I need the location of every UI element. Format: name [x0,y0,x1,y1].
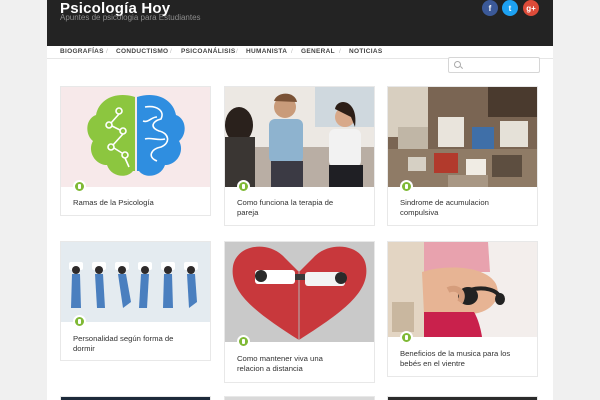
site-container: Psicología Hoy Apuntes de psicologia par… [47,0,553,400]
post-title[interactable]: Sindrome de acumulacion compulsiva [400,198,489,218]
post-image-couples-therapy[interactable] [225,87,374,187]
page-background-left [0,0,47,400]
post-format-icon [400,180,413,193]
post-card[interactable]: Beneficios de la musica para los bebés e… [387,241,538,377]
post-image-brain[interactable] [61,87,210,187]
post-format-icon [237,335,250,348]
nav-item-general[interactable]: GENERAL [301,48,335,55]
nav-item-conductismo[interactable]: CONDUCTISMO [116,48,168,55]
post-format-icon [400,331,413,344]
nav-item-humanista[interactable]: HUMANISTA [246,48,287,55]
post-format-icon [73,180,86,193]
brain-illustration [87,95,185,176]
nav-separator: / [339,48,341,55]
facebook-icon[interactable]: f [482,0,498,16]
post-card[interactable]: Ramas de la Psicología [60,86,211,216]
post-image-prenatal-music[interactable] [388,242,537,337]
search-input[interactable] [463,59,537,71]
nav-separator: / [291,48,293,55]
googleplus-icon[interactable]: g+ [523,0,539,16]
twitter-icon[interactable]: t [502,0,518,16]
site-header: Psicología Hoy Apuntes de psicologia par… [47,0,553,46]
post-title[interactable]: Personalidad según forma de dormir [73,334,173,354]
pregnancy-photo [388,242,537,337]
post-image-hoarding[interactable] [388,87,537,187]
nav-separator: / [236,48,238,55]
nav-item-psicoanalisis[interactable]: PSICOANÁLISIS [181,48,235,55]
site-tagline: Apuntes de psicologia para Estudiantes [60,13,201,22]
post-format-icon [237,180,250,193]
page-background-right [553,0,600,400]
nav-separator: / [170,48,172,55]
search-icon [454,61,461,68]
sleep-positions-illustration [61,242,210,322]
post-format-icon [73,315,86,328]
post-title[interactable]: Como funciona la terapia de pareja [237,198,333,218]
post-card[interactable]: Como mantener viva una relacion a distan… [224,241,375,383]
heart-illustration [225,242,374,342]
nav-item-noticias[interactable]: NOTICIAS [349,48,382,55]
nav-item-biografias[interactable]: BIOGRAFÍAS [60,48,104,55]
therapy-photo [225,87,374,187]
post-card[interactable]: Personalidad según forma de dormir [60,241,211,361]
post-card[interactable] [387,396,538,400]
hoarding-photo [388,87,537,187]
post-title[interactable]: Como mantener viva una relacion a distan… [237,354,323,374]
search-box[interactable] [448,57,540,73]
post-card[interactable] [224,396,375,400]
nav-separator: / [106,48,108,55]
post-card[interactable]: Como funciona la terapia de pareja [224,86,375,226]
post-card[interactable] [60,396,211,400]
post-image-sleep-positions[interactable] [61,242,210,322]
post-image-long-distance[interactable] [225,242,374,342]
post-card[interactable]: Sindrome de acumulacion compulsiva [387,86,538,226]
post-title[interactable]: Ramas de la Psicología [73,198,154,208]
post-title[interactable]: Beneficios de la musica para los bebés e… [400,349,510,369]
